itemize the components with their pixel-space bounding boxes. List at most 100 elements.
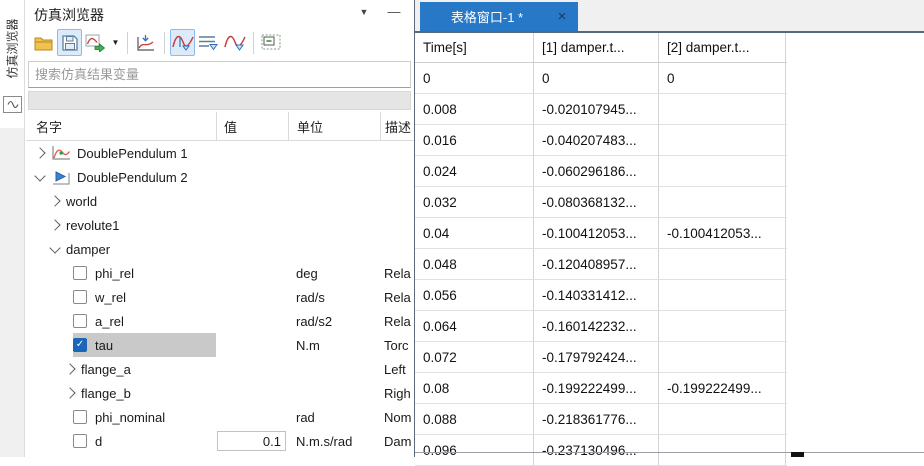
table-row[interactable]: 0.064 -0.160142232... [415,311,787,342]
tree-row[interactable]: w_rel rad/s Rela [26,285,414,309]
tree-item[interactable]: damper [49,237,216,261]
table-cell[interactable] [659,311,786,341]
table-row[interactable]: 0.088 -0.218361776... [415,404,787,435]
tree-item[interactable]: world [49,189,216,213]
table-cell[interactable] [659,404,786,434]
tree-item[interactable]: w_rel [73,285,216,309]
table-cell[interactable] [659,435,786,465]
table-row[interactable]: 0.024 -0.060296186... [415,156,787,187]
chevron-right-icon[interactable] [64,363,76,375]
tree-row[interactable]: d 0.1 N.m.s/rad Dam [26,429,414,453]
collapse-panel-button[interactable] [259,29,284,56]
table-header-damper-2[interactable]: [2] damper.t... [659,33,786,62]
tree-row[interactable]: flange_b Righ [26,381,414,405]
tree-row[interactable]: damper [26,237,414,261]
tab-close-icon[interactable]: × [546,8,578,25]
export-dropdown-button[interactable]: ▼ [109,38,122,47]
tree-item[interactable]: phi_rel [73,261,216,285]
table-cell[interactable]: 0.016 [415,125,534,155]
table-cell[interactable]: -0.199222499... [534,373,659,403]
variable-checkbox[interactable]: ✓ [73,338,87,352]
table-cell[interactable]: -0.060296186... [534,156,659,186]
tree-row[interactable]: a_rel rad/s2 Rela [26,309,414,333]
panel-minimize-button[interactable]: — [386,4,402,19]
table-cell[interactable] [659,187,786,217]
chevron-right-icon[interactable] [49,219,61,231]
table-cell[interactable] [659,280,786,310]
table-row[interactable]: 000 [415,63,787,94]
table-cell[interactable]: -0.179792424... [534,342,659,372]
table-row[interactable]: 0.048 -0.120408957... [415,249,787,280]
table-cell[interactable] [659,156,786,186]
tree-row[interactable]: phi_rel deg Rela [26,261,414,285]
tree-item[interactable]: DoublePendulum 2 [34,165,216,189]
table-header-time[interactable]: Time[s] [415,33,534,62]
table-row[interactable]: 0.04 -0.100412053... -0.100412053... [415,218,787,249]
table-cell[interactable]: -0.020107945... [534,94,659,124]
table-cell[interactable]: 0.064 [415,311,534,341]
save-result-button[interactable] [57,29,82,56]
table-cell[interactable]: 0.072 [415,342,534,372]
table-cell[interactable]: 0.024 [415,156,534,186]
load-plot-button[interactable] [133,29,158,56]
table-cell[interactable]: 0 [659,63,786,93]
table-cell[interactable]: 0.032 [415,187,534,217]
tab-table-window-1[interactable]: 表格窗口-1 * × [420,2,578,31]
tree-item[interactable]: revolute1 [49,213,216,237]
table-cell[interactable]: 0.056 [415,280,534,310]
table-header-damper-1[interactable]: [1] damper.t... [534,33,659,62]
table-cell[interactable]: -0.160142232... [534,311,659,341]
variable-checkbox[interactable] [73,314,87,328]
table-cell[interactable]: -0.140331412... [534,280,659,310]
export-curve-button[interactable] [83,29,108,56]
tree-row[interactable]: phi_nominal rad Nom [26,405,414,429]
table-cell[interactable]: 0.08 [415,373,534,403]
value-field[interactable]: 0.1 [217,431,286,451]
table-cell[interactable]: 0 [534,63,659,93]
variable-checkbox[interactable] [73,434,87,448]
tree-item[interactable]: flange_a [64,357,216,381]
table-cell[interactable]: -0.199222499... [659,373,786,403]
table-cell[interactable]: -0.100412053... [534,218,659,248]
table-row[interactable]: 0.096 -0.237130496... [415,435,787,466]
table-cell[interactable]: -0.237130496... [534,435,659,465]
tree-row[interactable]: revolute1 [26,213,414,237]
curve-marker-toggle-button[interactable] [170,29,195,56]
table-cell[interactable]: 0.008 [415,94,534,124]
curve-filter-button[interactable] [222,29,247,56]
table-cell[interactable]: 0.096 [415,435,534,465]
chevron-right-icon[interactable] [64,387,76,399]
table-cell[interactable]: 0.048 [415,249,534,279]
variable-checkbox[interactable] [73,266,87,280]
list-filter-button[interactable] [196,29,221,56]
tree-item[interactable]: d [73,429,216,453]
column-header-unit[interactable]: 单位 [288,112,380,140]
table-cell[interactable]: -0.080368132... [534,187,659,217]
table-row[interactable]: 0.016 -0.040207483... [415,125,787,156]
table-row[interactable]: 0.056 -0.140331412... [415,280,787,311]
table-cell[interactable]: 0.088 [415,404,534,434]
table-row[interactable]: 0.008 -0.020107945... [415,94,787,125]
table-cell[interactable] [659,94,786,124]
table-cell[interactable]: -0.040207483... [534,125,659,155]
table-cell[interactable]: -0.218361776... [534,404,659,434]
tree-item[interactable]: a_rel [73,309,216,333]
variable-checkbox[interactable] [73,290,87,304]
table-row[interactable]: 0.072 -0.179792424... [415,342,787,373]
column-header-desc[interactable]: 描述 [380,112,414,140]
table-cell[interactable]: 0 [415,63,534,93]
column-header-name[interactable]: 名字 [26,112,216,140]
table-row[interactable]: 0.08 -0.199222499... -0.199222499... [415,373,787,404]
chevron-down-icon[interactable] [34,169,46,182]
search-input[interactable] [28,61,411,88]
chevron-down-icon[interactable] [49,241,61,254]
table-row[interactable]: 0.032 -0.080368132... [415,187,787,218]
tree-row[interactable]: world [26,189,414,213]
column-header-value[interactable]: 值 [216,112,288,140]
panel-float-button[interactable]: ▼ [356,7,372,17]
open-result-button[interactable] [31,29,56,56]
variable-checkbox[interactable] [73,410,87,424]
table-cell[interactable] [659,342,786,372]
tree-row[interactable]: DoublePendulum 1 [26,141,414,165]
table-cell[interactable]: 0.04 [415,218,534,248]
